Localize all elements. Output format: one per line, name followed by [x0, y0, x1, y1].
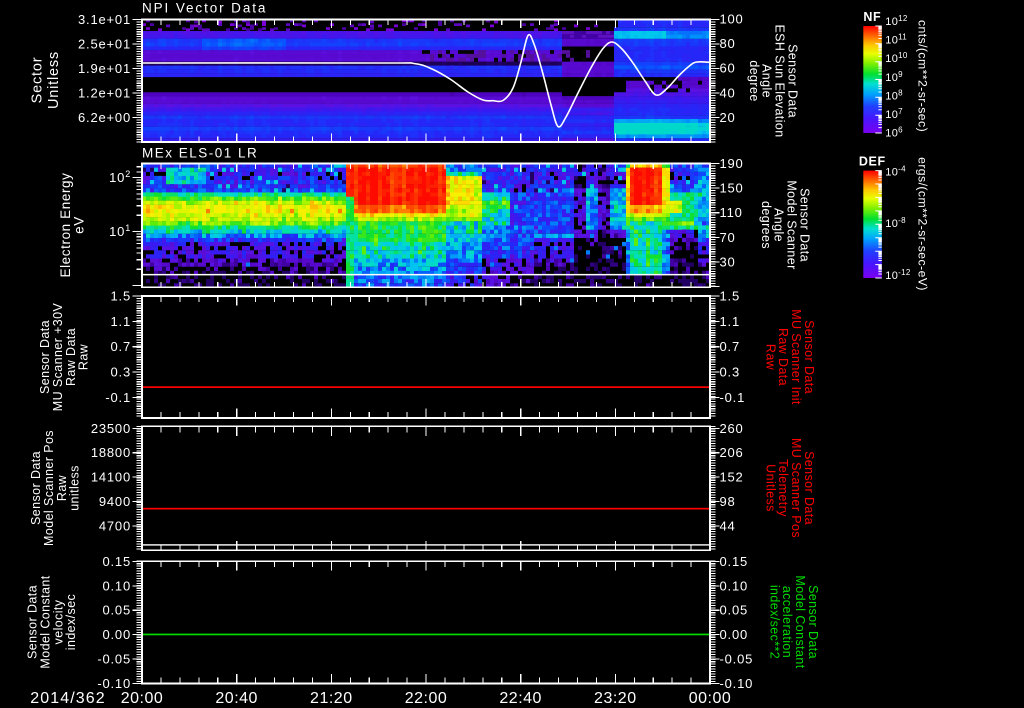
- svg-text:-0.05: -0.05: [97, 652, 131, 667]
- svg-text:-0.1: -0.1: [105, 390, 131, 405]
- svg-text:20: 20: [720, 110, 736, 125]
- svg-text:cnts/(cm**2-sr-sec): cnts/(cm**2-sr-sec): [916, 20, 930, 132]
- svg-text:14100: 14100: [91, 470, 131, 485]
- svg-text:NF: NF: [863, 10, 881, 24]
- svg-text:9400: 9400: [99, 494, 131, 509]
- svg-text:0.05: 0.05: [102, 603, 131, 618]
- svg-text:260: 260: [720, 421, 744, 436]
- svg-text:20:40: 20:40: [215, 690, 258, 707]
- svg-text:30: 30: [720, 254, 736, 269]
- svg-text:1.2e+01: 1.2e+01: [78, 86, 131, 101]
- svg-text:-0.10: -0.10: [720, 676, 754, 691]
- svg-text:6.2e+00: 6.2e+00: [78, 110, 131, 125]
- svg-text:0.7: 0.7: [111, 339, 131, 354]
- svg-text:100: 100: [720, 12, 744, 27]
- svg-text:MEx ELS-01 LR: MEx ELS-01 LR: [142, 146, 258, 161]
- svg-text:0.10: 0.10: [720, 578, 749, 593]
- svg-text:2.5e+01: 2.5e+01: [78, 37, 131, 52]
- svg-text:23500: 23500: [91, 421, 131, 436]
- svg-text:-0.1: -0.1: [720, 390, 746, 405]
- svg-text:110: 110: [720, 205, 743, 220]
- svg-text:0.3: 0.3: [111, 365, 131, 380]
- svg-text:4700: 4700: [99, 518, 131, 533]
- svg-text:0.00: 0.00: [720, 627, 749, 642]
- svg-text:Sensor DataModel Constantaccel: Sensor DataModel Constantaccelerationind…: [767, 575, 819, 668]
- svg-text:0.15: 0.15: [102, 554, 131, 569]
- svg-text:0.7: 0.7: [720, 339, 740, 354]
- svg-text:190: 190: [720, 156, 744, 171]
- svg-text:0.10: 0.10: [102, 578, 131, 593]
- svg-text:60: 60: [720, 61, 736, 76]
- svg-text:22:40: 22:40: [499, 690, 542, 707]
- svg-text:70: 70: [720, 230, 736, 245]
- svg-text:1.1: 1.1: [720, 314, 740, 329]
- svg-text:150: 150: [720, 181, 744, 196]
- svg-text:ergs/(cm**2-sr-sec-eV): ergs/(cm**2-sr-sec-eV): [916, 157, 930, 291]
- svg-text:DEF: DEF: [859, 155, 886, 169]
- svg-text:1.9e+01: 1.9e+01: [78, 61, 131, 76]
- svg-text:00:00: 00:00: [689, 690, 732, 707]
- svg-text:0.05: 0.05: [720, 603, 749, 618]
- svg-text:21:20: 21:20: [310, 690, 353, 707]
- svg-text:40: 40: [720, 85, 736, 100]
- svg-text:98: 98: [720, 494, 736, 509]
- svg-text:22:00: 22:00: [405, 690, 448, 707]
- svg-text:-0.05: -0.05: [720, 652, 754, 667]
- svg-text:0.15: 0.15: [720, 554, 749, 569]
- svg-text:-0.10: -0.10: [97, 676, 131, 691]
- svg-text:18800: 18800: [91, 445, 131, 460]
- svg-text:1.5: 1.5: [720, 288, 740, 303]
- svg-text:44: 44: [720, 518, 736, 533]
- svg-text:1.1: 1.1: [111, 314, 131, 329]
- svg-text:152: 152: [720, 470, 744, 485]
- svg-text:1.5: 1.5: [111, 288, 131, 303]
- svg-text:3.1e+01: 3.1e+01: [78, 12, 131, 27]
- svg-text:20:00: 20:00: [121, 690, 164, 707]
- svg-text:206: 206: [720, 445, 744, 460]
- svg-text:23:20: 23:20: [594, 690, 637, 707]
- svg-text:2014/362: 2014/362: [30, 690, 106, 707]
- svg-text:0.3: 0.3: [720, 365, 740, 380]
- svg-text:SectorUnitless: SectorUnitless: [29, 51, 62, 109]
- svg-text:0.00: 0.00: [102, 627, 131, 642]
- svg-text:80: 80: [720, 36, 736, 51]
- svg-text:NPI Vector Data: NPI Vector Data: [142, 1, 267, 16]
